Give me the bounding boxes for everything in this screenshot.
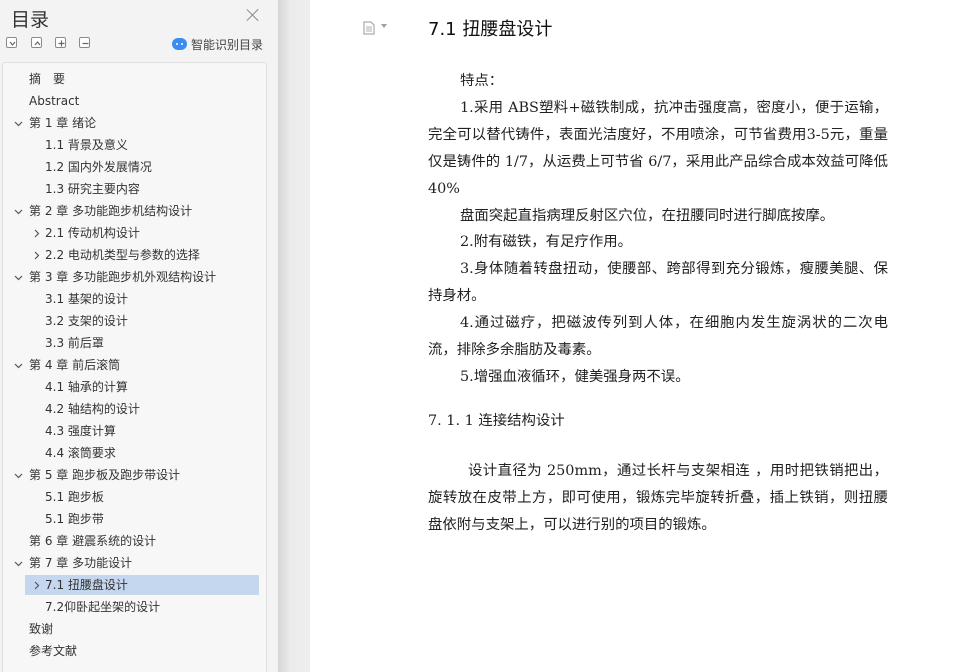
toc-item[interactable]: 4.4 滚筒要求 — [3, 443, 263, 463]
toc-item[interactable]: 第 2 章 多功能跑步机结构设计 — [3, 201, 263, 221]
toc-item-label: 参考文献 — [29, 644, 78, 658]
toc-item-label: Abstract — [29, 94, 80, 108]
toc-item-label: 第 6 章 避震系统的设计 — [29, 534, 157, 548]
chevron-down-icon[interactable] — [14, 119, 23, 128]
toc-item-label: 第 1 章 绪论 — [29, 116, 97, 130]
chevron-down-icon[interactable] — [14, 471, 23, 480]
toc-item[interactable]: 4.3 强度计算 — [3, 421, 263, 441]
toc-sidebar: 目录 智能识别目录 摘 要 Abstract 第 1 章 绪论 1.1 背景及意义 1.… — [0, 0, 278, 672]
toc-item-label: 2.2 电动机类型与参数的选择 — [45, 248, 200, 262]
toc-item-label: 7.2仰卧起坐架的设计 — [45, 600, 161, 614]
toc-item-label: 第 2 章 多功能跑步机结构设计 — [29, 204, 193, 218]
toc-item[interactable]: 3.2 支架的设计 — [3, 311, 263, 331]
paragraph-point-1: 1.采用 ABS塑料+磁铁制成，抗冲击强度高，密度小，便于运输，完全可以替代铸件… — [428, 100, 888, 197]
toc-item-label: 致谢 — [29, 622, 54, 636]
paragraph-connection-design: 设计直径为 250mm，通过长杆与支架相连 ，用时把铁销把出，旋转放在皮带上方，… — [428, 463, 888, 533]
smart-toc-label: 智能识别目录 — [191, 37, 264, 52]
toc-item[interactable]: 7.2仰卧起坐架的设计 — [3, 597, 263, 617]
chevron-right-icon[interactable] — [32, 251, 41, 260]
toc-item[interactable]: 7.1 扭腰盘设计 — [3, 575, 263, 595]
close-icon[interactable] — [246, 8, 260, 22]
smart-toc-icon — [172, 38, 187, 50]
toc-item[interactable]: 1.2 国内外发展情况 — [3, 157, 263, 177]
toc-item-label: 1.3 研究主要内容 — [45, 182, 140, 196]
toc-item[interactable]: 3.3 前后罩 — [3, 333, 263, 353]
toc-item[interactable]: 致谢 — [3, 619, 263, 639]
chevron-down-icon[interactable] — [14, 273, 23, 282]
toc-item-label: 4.3 强度计算 — [45, 424, 116, 438]
toc-item[interactable]: 5.1 跑步带 — [3, 509, 263, 529]
chevron-right-icon[interactable] — [32, 581, 41, 590]
section-heading: 7.1 扭腰盘设计 — [428, 19, 553, 40]
paragraph-point-4: 4.通过磁疗，把磁波传列到人体，在细胞内发生旋涡状的二次电流，排除多余脂肪及毒素… — [428, 315, 888, 358]
toc-item-label: 7.1 扭腰盘设计 — [45, 578, 128, 592]
toc-item[interactable]: 1.1 背景及意义 — [3, 135, 263, 155]
toc-item-label: 2.1 传动机构设计 — [45, 226, 140, 240]
paragraph-point-3: 3.身体随着转盘扭动，使腰部、跨部得到充分锻炼，瘦腰美腿、保持身材。 — [428, 261, 888, 304]
toc-item[interactable]: 5.1 跑步板 — [3, 487, 263, 507]
chevron-right-icon[interactable] — [32, 229, 41, 238]
add-heading-icon[interactable] — [55, 37, 66, 48]
toc-item[interactable]: 第 6 章 避震系统的设计 — [3, 531, 263, 551]
toc-item-label: 第 3 章 多功能跑步机外观结构设计 — [29, 270, 217, 284]
toc-tree: 摘 要 Abstract 第 1 章 绪论 1.1 背景及意义 1.2 国内外发展情况 1… — [2, 62, 267, 672]
toc-item[interactable]: 第 7 章 多功能设计 — [3, 553, 263, 573]
toc-item[interactable]: 4.1 轴承的计算 — [3, 377, 263, 397]
chevron-down-icon[interactable] — [14, 361, 23, 370]
panel-divider — [278, 0, 310, 672]
toc-item-label: 1.1 背景及意义 — [45, 138, 128, 152]
chevron-down-icon[interactable] — [14, 207, 23, 216]
expand-all-icon[interactable] — [6, 37, 17, 48]
smart-toc-button[interactable]: 智能识别目录 — [172, 36, 263, 52]
remove-heading-icon[interactable] — [79, 37, 90, 48]
toc-item-label: 4.1 轴承的计算 — [45, 380, 128, 394]
paragraph-features: 特点： — [460, 73, 504, 89]
document-icon[interactable] — [362, 20, 376, 35]
toc-item[interactable]: 1.3 研究主要内容 — [3, 179, 263, 199]
subsection-heading: 7. 1. 1 连接结构设计 — [428, 413, 565, 429]
paragraph-point-2: 2.附有磁铁，有足疗作用。 — [460, 234, 633, 250]
toc-item[interactable]: 参考文献 — [3, 641, 263, 661]
toc-item-label: 5.1 跑步带 — [45, 512, 104, 526]
chevron-down-icon[interactable] — [14, 559, 23, 568]
toc-item-label: 第 7 章 多功能设计 — [29, 556, 133, 570]
collapse-all-icon[interactable] — [31, 37, 42, 48]
toc-item[interactable]: 4.2 轴结构的设计 — [3, 399, 263, 419]
toc-item-label: 4.2 轴结构的设计 — [45, 402, 140, 416]
paragraph-massage: 盘面突起直指病理反射区穴位，在扭腰同时进行脚底按摩。 — [460, 208, 835, 224]
toc-item-label: 摘 要 — [29, 72, 66, 86]
toc-item-label: 5.1 跑步板 — [45, 490, 104, 504]
toc-item-label: 第 4 章 前后滚筒 — [29, 358, 121, 372]
toc-item[interactable]: 2.1 传动机构设计 — [3, 223, 263, 243]
paragraph-point-5: 5.增强血液循环，健美强身两不误。 — [460, 369, 690, 385]
toc-item-label: 3.2 支架的设计 — [45, 314, 128, 328]
toc-item[interactable]: 第 1 章 绪论 — [3, 113, 263, 133]
toc-item[interactable]: 第 3 章 多功能跑步机外观结构设计 — [3, 267, 263, 287]
toc-item-label: 第 5 章 跑步板及跑步带设计 — [29, 468, 181, 482]
toc-item-label: 1.2 国内外发展情况 — [45, 160, 152, 174]
toc-item[interactable]: 2.2 电动机类型与参数的选择 — [3, 245, 263, 265]
toc-title: 目录 — [11, 9, 50, 31]
chevron-down-icon[interactable] — [381, 24, 387, 28]
toc-item-label: 3.3 前后罩 — [45, 336, 104, 350]
toc-item[interactable]: 第 5 章 跑步板及跑步带设计 — [3, 465, 263, 485]
toc-item-label: 3.1 基架的设计 — [45, 292, 128, 306]
toc-item[interactable]: Abstract — [3, 91, 263, 111]
toc-item[interactable]: 第 4 章 前后滚筒 — [3, 355, 263, 375]
toc-item-label: 4.4 滚筒要求 — [45, 446, 116, 460]
toc-item[interactable]: 摘 要 — [3, 69, 263, 89]
toc-item[interactable]: 3.1 基架的设计 — [3, 289, 263, 309]
